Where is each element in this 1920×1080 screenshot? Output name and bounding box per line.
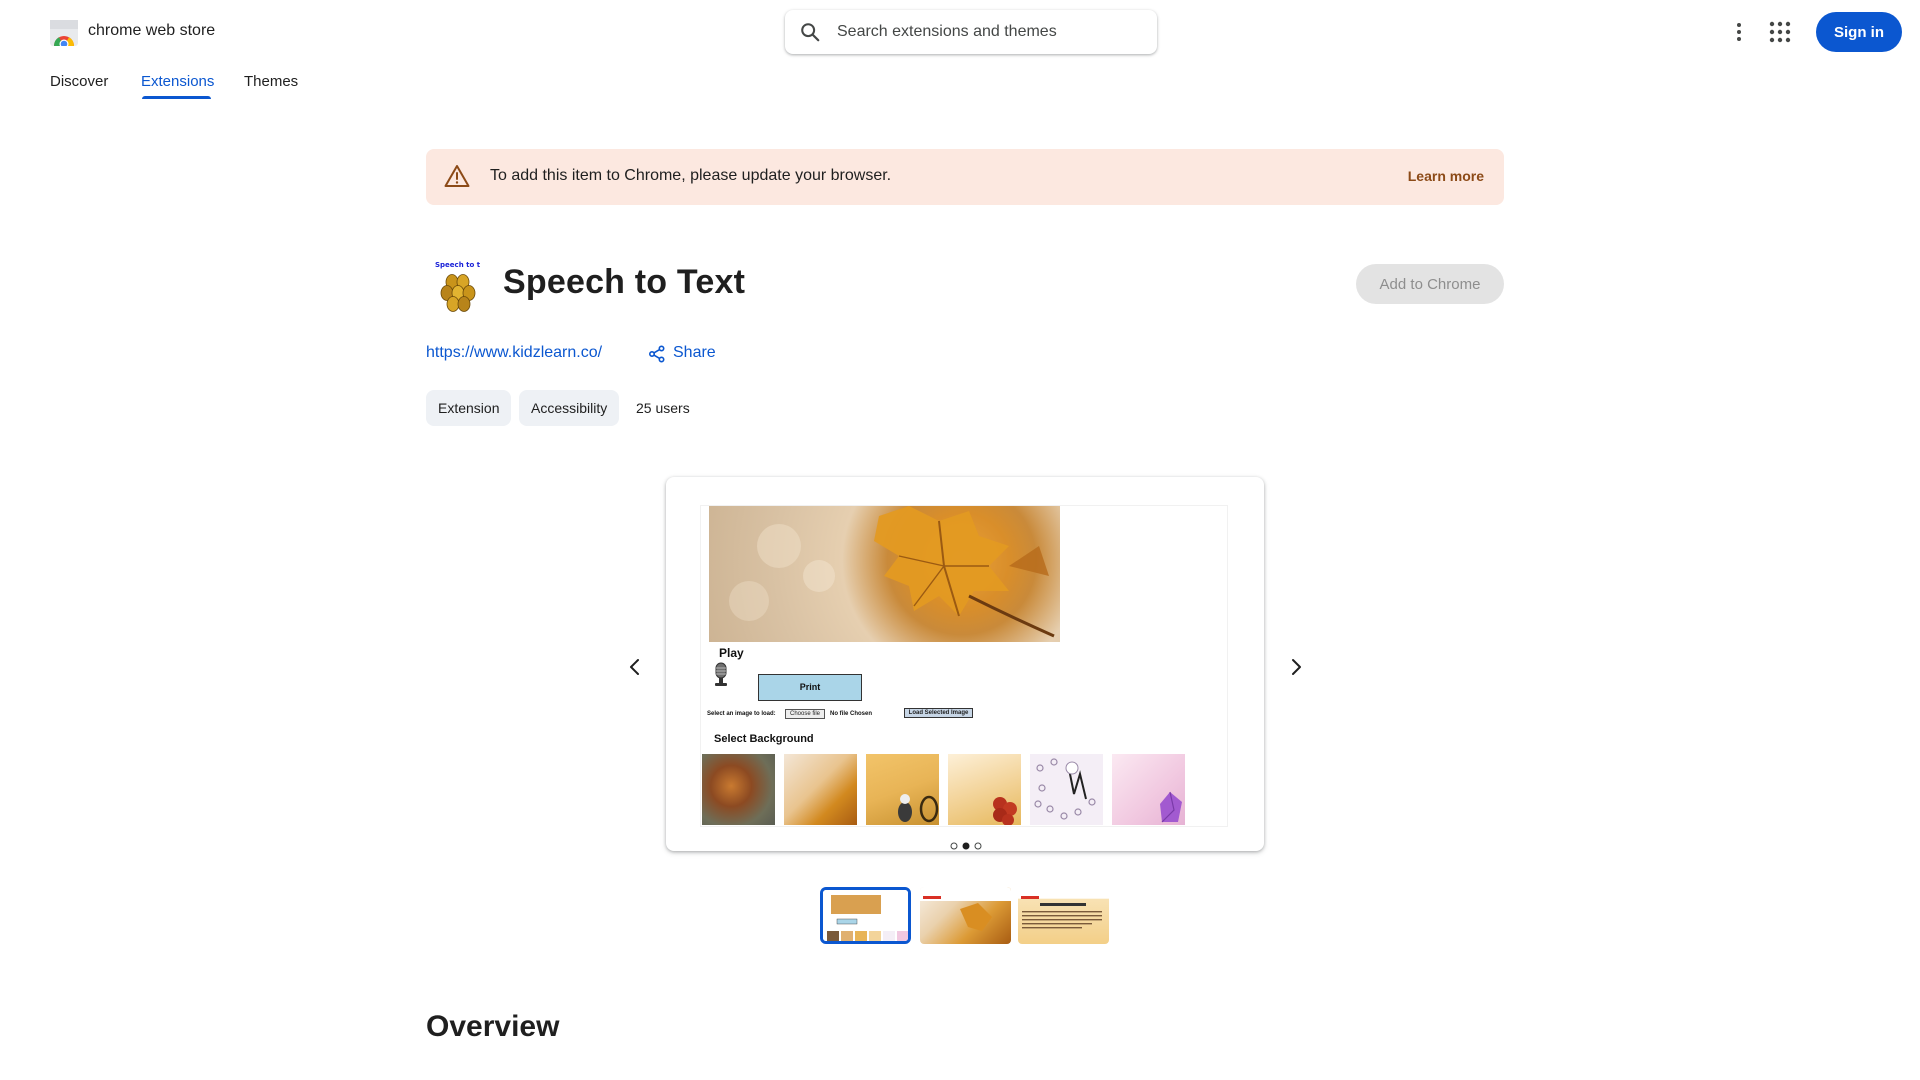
share-label: Share	[673, 344, 716, 361]
hero-autumn-leaf-image	[709, 506, 1060, 642]
search-box[interactable]	[785, 10, 1157, 54]
overview-heading: Overview	[426, 1010, 560, 1043]
google-apps-icon[interactable]	[1768, 20, 1792, 44]
background-swatch	[1112, 754, 1185, 825]
select-background-label: Select Background	[714, 733, 814, 745]
screenshot-image: Play Print Select an image to load: Choo…	[700, 505, 1228, 827]
tab-extensions[interactable]: Extensions	[141, 73, 214, 90]
search-icon	[801, 23, 820, 42]
item-title: Speech to Text	[503, 263, 746, 301]
select-image-label: Select an image to load:	[707, 711, 776, 717]
background-swatch	[948, 754, 1021, 826]
user-count: 25 users	[636, 400, 690, 416]
background-swatch	[784, 754, 857, 825]
screenshot-carousel[interactable]: Play Print Select an image to load: Choo…	[666, 477, 1264, 851]
icon-caption: Speech to text	[435, 261, 480, 269]
update-browser-banner: To add this item to Chrome, please updat…	[426, 149, 1504, 205]
print-button: Print	[758, 674, 862, 701]
extension-icon: Speech to text	[435, 261, 480, 312]
add-to-chrome-button[interactable]: Add to Chrome	[1356, 264, 1504, 304]
brand-name[interactable]: chrome web store	[88, 22, 215, 40]
chrome-web-store-logo[interactable]	[50, 20, 78, 46]
top-bar: chrome web store Sign in	[0, 0, 1920, 64]
tab-themes[interactable]: Themes	[244, 73, 298, 90]
tab-discover[interactable]: Discover	[50, 73, 108, 90]
thumbnail-3[interactable]	[1018, 887, 1109, 944]
background-swatch	[702, 754, 775, 825]
website-link[interactable]: https://www.kidzlearn.co/	[426, 344, 602, 362]
more-options-icon[interactable]	[1727, 18, 1751, 46]
background-swatch	[1030, 754, 1103, 825]
carousel-next-arrow-icon[interactable]	[1284, 655, 1308, 679]
no-file-label: No file Chosen	[830, 711, 873, 717]
carousel-prev-arrow-icon[interactable]	[623, 655, 647, 679]
share-icon	[648, 345, 665, 363]
load-selected-image-button: Load Selected Image	[904, 708, 973, 718]
chip-accessibility[interactable]: Accessibility	[519, 390, 620, 426]
carousel-pagination-dots[interactable]	[950, 842, 982, 850]
active-tab-indicator	[142, 96, 211, 99]
sign-in-button[interactable]: Sign in	[1816, 12, 1902, 52]
microphone-icon	[715, 662, 727, 686]
thumbnail-1[interactable]	[820, 887, 911, 944]
background-swatch	[866, 754, 939, 825]
warning-icon	[444, 165, 470, 187]
chip-extension[interactable]: Extension	[426, 390, 512, 426]
banner-message: To add this item to Chrome, please updat…	[490, 167, 892, 184]
play-label: Play	[719, 646, 744, 660]
thumbnail-2[interactable]	[920, 887, 1011, 944]
choose-file-button: Choose file	[785, 709, 825, 719]
learn-more-link[interactable]: Learn more	[1408, 168, 1484, 184]
search-input[interactable]	[837, 10, 1137, 54]
